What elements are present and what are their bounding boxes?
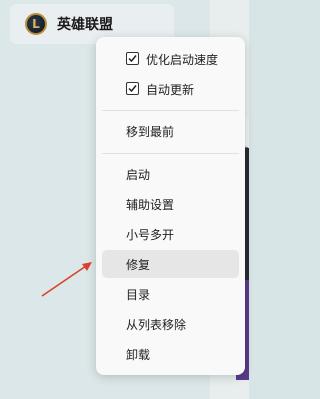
menu-item-directory[interactable]: 目录 bbox=[102, 280, 239, 308]
menu-item-label: 辅助设置 bbox=[126, 197, 175, 212]
lol-logo-letter: L bbox=[32, 17, 40, 31]
menu-item-launch[interactable]: 启动 bbox=[102, 160, 239, 188]
menu-item-label: 小号多开 bbox=[126, 227, 175, 242]
menu-item-label: 修复 bbox=[126, 257, 151, 272]
menu-item-move-to-front[interactable]: 移到最前 bbox=[102, 117, 239, 145]
menu-item-label: 从列表移除 bbox=[126, 317, 187, 332]
checkbox-checked-icon[interactable] bbox=[126, 82, 139, 95]
menu-item-label: 启动 bbox=[126, 167, 151, 182]
menu-item-auto-update[interactable]: 自动更新 bbox=[102, 75, 239, 103]
context-menu: 优化启动速度 自动更新 移到最前 启动 辅助设置 小号多开 修复 目录 从列表移… bbox=[96, 37, 245, 375]
menu-item-label: 目录 bbox=[126, 287, 151, 302]
menu-item-repair[interactable]: 修复 bbox=[102, 250, 239, 278]
menu-item-label: 优化启动速度 bbox=[146, 52, 219, 67]
menu-item-label: 移到最前 bbox=[126, 124, 175, 139]
menu-item-multi-account[interactable]: 小号多开 bbox=[102, 220, 239, 248]
checkbox-checked-icon[interactable] bbox=[126, 52, 139, 65]
menu-item-optimize-startup[interactable]: 优化启动速度 bbox=[102, 45, 239, 73]
menu-separator bbox=[102, 110, 239, 111]
menu-item-assist-settings[interactable]: 辅助设置 bbox=[102, 190, 239, 218]
menu-item-label: 卸载 bbox=[126, 347, 151, 362]
game-title: 英雄联盟 bbox=[57, 17, 113, 33]
menu-item-label: 自动更新 bbox=[146, 82, 195, 97]
menu-item-remove-from-list[interactable]: 从列表移除 bbox=[102, 310, 239, 338]
menu-item-uninstall[interactable]: 卸载 bbox=[102, 340, 239, 368]
lol-logo-icon: L bbox=[25, 13, 47, 35]
menu-separator bbox=[102, 153, 239, 154]
